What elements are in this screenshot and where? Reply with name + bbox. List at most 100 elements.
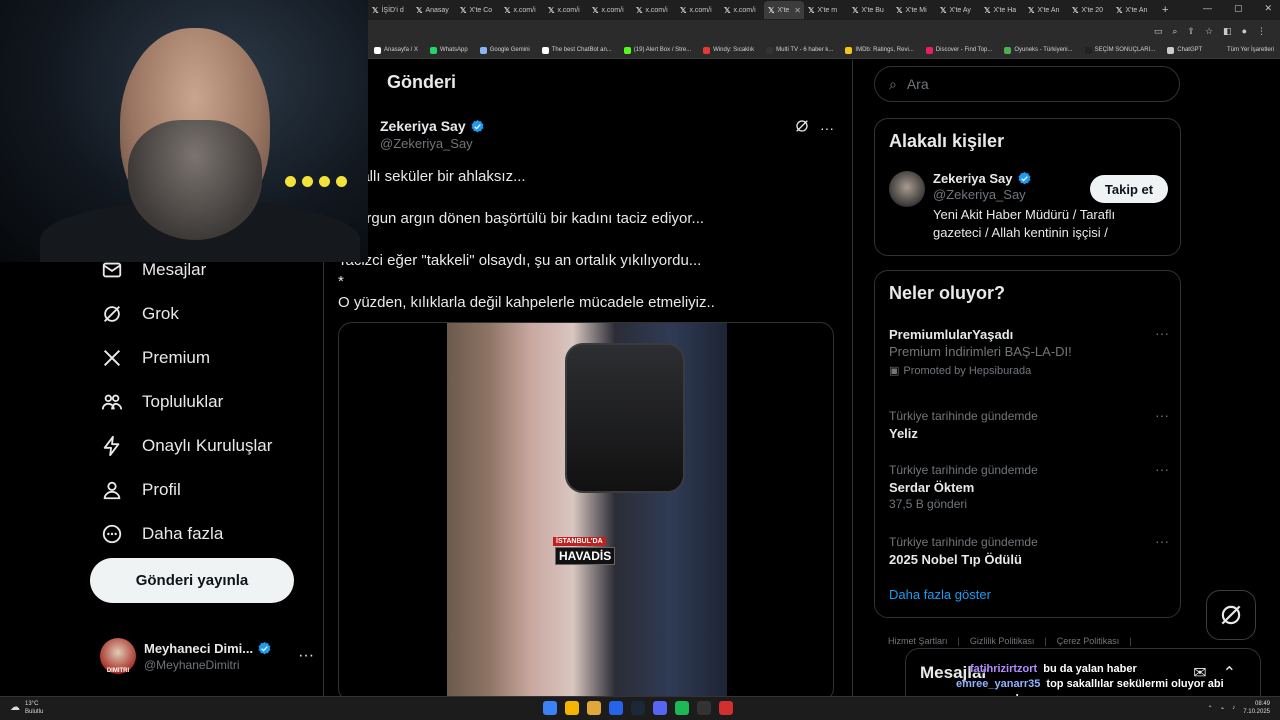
- all-bookmarks[interactable]: Tüm Yer İşaretleri: [1227, 47, 1280, 53]
- browser-tab[interactable]: 𝕏x.com/i: [720, 1, 764, 19]
- browser-tab[interactable]: 𝕏 X'te m: [804, 1, 848, 19]
- more-horizontal-icon[interactable]: ···: [1155, 325, 1169, 341]
- share-icon[interactable]: ⇪: [1187, 26, 1195, 37]
- post-text-line: n yorgun argın dönen başörtülü bir kadın…: [338, 210, 705, 227]
- account-handle: @MeyhaneDimitri: [144, 657, 240, 672]
- footer-link[interactable]: Gizlilik Politikası: [970, 636, 1047, 646]
- follow-button[interactable]: Takip et: [1090, 175, 1168, 203]
- bookmark-item[interactable]: SEÇİM SONUÇLARI...: [1084, 46, 1155, 54]
- sidebar-item-daha-fazla[interactable]: Daha fazla: [90, 512, 324, 556]
- more-horizontal-icon[interactable]: ···: [1155, 407, 1169, 423]
- app-icon[interactable]: [697, 701, 711, 715]
- verified-badge-icon: [1017, 171, 1032, 186]
- trend-item[interactable]: Türkiye tarihinde gündemde Yeliz ···: [889, 407, 1169, 441]
- steam-icon[interactable]: [631, 701, 645, 715]
- new-tab-icon[interactable]: +: [1162, 4, 1168, 16]
- browser-tab[interactable]: 𝕏x.com/i: [632, 1, 676, 19]
- chrome-icon[interactable]: [565, 701, 579, 715]
- maximize-icon[interactable]: ▢: [1234, 3, 1243, 14]
- tab-label: X'te Bu: [861, 6, 884, 14]
- post-media-video[interactable]: İSTANBUL'DA HAVADİS: [338, 322, 834, 696]
- browser-tab[interactable]: 𝕏 X'te Co: [456, 1, 500, 19]
- app-icon[interactable]: [609, 701, 623, 715]
- bookmark-item[interactable]: Discover - Find Top...: [925, 46, 992, 54]
- grok-explain-icon[interactable]: [794, 118, 810, 137]
- post-author[interactable]: Zekeriya Say @Zekeriya_Say: [380, 118, 485, 151]
- browser-tab[interactable]: 𝕏x.com/i: [500, 1, 544, 19]
- author-handle[interactable]: @Zekeriya_Say: [380, 136, 485, 151]
- browser-tab[interactable]: 𝕏 X'te Bu: [848, 1, 892, 19]
- bookmark-item[interactable]: Google Gemini: [479, 46, 530, 54]
- browser-tab[interactable]: 𝕏x.com/i: [588, 1, 632, 19]
- spotify-icon[interactable]: [675, 701, 689, 715]
- more-horizontal-icon[interactable]: ···: [1155, 533, 1169, 549]
- close-icon[interactable]: ✕: [1264, 3, 1272, 14]
- promoted-trend[interactable]: PremiumlularYaşadı Premium İndirimleri B…: [889, 325, 1169, 377]
- more-horizontal-icon[interactable]: ···: [298, 647, 314, 665]
- browser-tab[interactable]: 𝕏x.com/i: [676, 1, 720, 19]
- start-icon[interactable]: [543, 701, 557, 715]
- volume-icon[interactable]: ♪: [1232, 705, 1235, 711]
- footer-link[interactable]: Çerez Politikası: [1057, 636, 1132, 646]
- browser-tab[interactable]: 𝕏 X'te ✕: [764, 1, 804, 19]
- related-people-card: Alakalı kişiler Zekeriya Say @Zekeriya_S…: [874, 118, 1181, 256]
- browser-tab[interactable]: 𝕏 X'te Mi: [892, 1, 936, 19]
- sidebar-item-profil[interactable]: Profil: [90, 468, 324, 512]
- clock[interactable]: 08:49 7.10.2025: [1243, 700, 1270, 716]
- sidebar-item-onaylı-kuruluşlar[interactable]: Onaylı Kuruluşlar: [90, 424, 324, 468]
- search-box[interactable]: ⌕ Ara: [874, 66, 1180, 102]
- more-horizontal-icon[interactable]: ···: [1155, 461, 1169, 477]
- bookmark-item[interactable]: Anasayfa / X: [374, 46, 418, 54]
- browser-tab[interactable]: 𝕏 Anasay: [412, 1, 456, 19]
- related-name[interactable]: Zekeriya Say: [933, 171, 1013, 186]
- minimize-icon[interactable]: —: [1203, 3, 1212, 14]
- cast-icon[interactable]: ▭: [1154, 26, 1163, 37]
- browser-tab[interactable]: 𝕏x.com/i: [544, 1, 588, 19]
- zoom-icon[interactable]: ⌕: [1172, 26, 1177, 37]
- browser-tab[interactable]: 𝕏 X'te An: [1112, 1, 1156, 19]
- folder-icon[interactable]: [587, 701, 601, 715]
- x-logo-icon: 𝕏: [680, 5, 687, 15]
- x-logo-icon: [100, 346, 124, 370]
- bookmark-item[interactable]: Windy: Sıcaklık: [703, 46, 754, 54]
- browser-tab[interactable]: 𝕏 X'te Ay: [936, 1, 980, 19]
- sidebar-item-grok[interactable]: Grok: [90, 292, 324, 336]
- avatar[interactable]: [889, 171, 925, 207]
- trends-card: Neler oluyor? PremiumlularYaşadı Premium…: [874, 270, 1181, 618]
- account-switcher[interactable]: DIMITRI Meyhaneci Dimi... @MeyhaneDimitr…: [100, 638, 320, 674]
- grok-floating-button[interactable]: [1206, 590, 1256, 640]
- bookmark-item[interactable]: (19) Alert Box / Stre...: [623, 46, 691, 54]
- show-more-link[interactable]: Daha fazla göster: [889, 587, 991, 602]
- star-icon[interactable]: ☆: [1205, 26, 1213, 37]
- bookmark-item[interactable]: The best ChatBot an...: [541, 46, 612, 54]
- weather-widget[interactable]: ☁ 13°C Bulutlu: [10, 700, 43, 716]
- browser-tab[interactable]: 𝕏 X'te Ha: [980, 1, 1024, 19]
- network-icon[interactable]: ⌁: [1221, 705, 1225, 712]
- footer-link[interactable]: Hizmet Şartları: [888, 636, 960, 646]
- author-name[interactable]: Zekeriya Say: [380, 118, 466, 134]
- search-input[interactable]: Ara: [907, 76, 929, 92]
- browser-tab[interactable]: 𝕏 İŞİD'i d: [368, 1, 412, 19]
- sidebar-item-premium[interactable]: Premium: [90, 336, 324, 380]
- browser-tab[interactable]: 𝕏 X'te An: [1024, 1, 1068, 19]
- app-icon[interactable]: [719, 701, 733, 715]
- more-horizontal-icon[interactable]: ···: [820, 120, 834, 136]
- post-button[interactable]: Gönderi yayınla: [90, 558, 294, 603]
- bookmark-item[interactable]: ChatGPT: [1167, 46, 1202, 54]
- bookmark-item[interactable]: IMDb: Ratings, Revi...: [845, 46, 914, 54]
- chevron-up-icon[interactable]: ⌃: [1208, 705, 1213, 712]
- bookmark-item[interactable]: Oyuneks - Türkiyeni...: [1004, 46, 1073, 54]
- clock-date: 7.10.2025: [1243, 709, 1270, 715]
- menu-icon[interactable]: ⋮: [1257, 26, 1266, 37]
- browser-tab[interactable]: 𝕏 X'te 20: [1068, 1, 1112, 19]
- profile-icon[interactable]: ●: [1242, 26, 1247, 36]
- close-icon[interactable]: ✕: [794, 6, 801, 15]
- bookmark-item[interactable]: WhatsApp: [430, 46, 468, 54]
- trend-item[interactable]: Türkiye tarihinde gündemde Serdar Öktem 37…: [889, 461, 1169, 511]
- extensions-icon[interactable]: ◧: [1223, 26, 1232, 37]
- sidebar-item-topluluklar[interactable]: Topluluklar: [90, 380, 324, 424]
- expand-icon[interactable]: ⌃: [1223, 663, 1236, 683]
- discord-icon[interactable]: [653, 701, 667, 715]
- trend-item[interactable]: Türkiye tarihinde gündemde 2025 Nobel Tıp…: [889, 533, 1169, 567]
- bookmark-item[interactable]: Multi TV - 6 haber k...: [766, 46, 833, 54]
